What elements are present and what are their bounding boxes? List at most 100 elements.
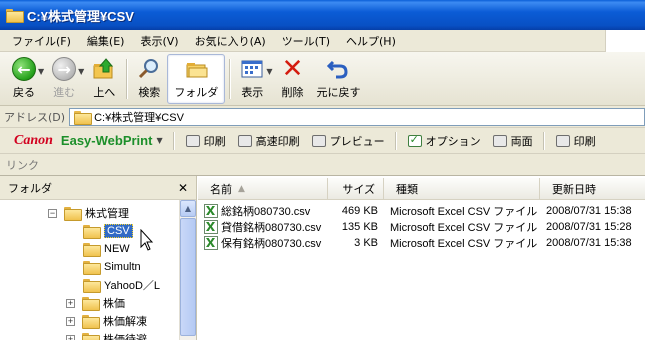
standard-toolbar: ← 戻る ▼ → 進む ▼ 上へ 検索 フォルダ 表示 ▼ ✕ 削除 元に戻す	[0, 52, 645, 106]
file-type: Microsoft Excel CSV ファイル	[390, 222, 538, 234]
print-more-button[interactable]: 印刷	[555, 133, 596, 149]
tree-node[interactable]: YahooD／L	[83, 276, 160, 294]
preview-button[interactable]: プレビュー	[311, 133, 385, 149]
search-label: 検索	[138, 86, 161, 99]
expand-toggle-icon[interactable]: +	[66, 334, 75, 340]
forward-dropdown-icon[interactable]: ▼	[78, 67, 84, 76]
scroll-up-icon[interactable]: ▲	[180, 200, 196, 217]
menu-favorites[interactable]: お気に入り(A)	[187, 33, 274, 49]
links-label[interactable]: リンク	[6, 157, 39, 173]
tree-node[interactable]: Simultn	[83, 258, 141, 276]
views-icon	[240, 57, 264, 81]
address-value: C:¥株式管理¥CSV	[94, 111, 184, 124]
tree-node[interactable]: − 株式管理	[48, 204, 129, 222]
undo-button[interactable]: 元に戻す	[310, 54, 366, 104]
window-title: C:¥株式管理¥CSV	[27, 8, 134, 24]
search-button[interactable]: 検索	[131, 54, 167, 104]
file-name: 総銘柄080730.csv	[221, 206, 311, 218]
back-button[interactable]: ← 戻る	[6, 54, 42, 104]
tree-node[interactable]: + 株価	[66, 294, 125, 312]
menu-file[interactable]: ファイル(F)	[4, 33, 79, 49]
fast-printer-icon	[237, 134, 252, 147]
file-size: 135 KB	[341, 221, 378, 233]
views-button[interactable]: 表示	[234, 54, 270, 104]
duplex-label: 両面	[510, 134, 533, 148]
toolbar-separator	[394, 131, 396, 150]
column-size-label: サイズ	[342, 182, 375, 196]
file-row[interactable]: 保有銘柄080730.csv 3 KB Microsoft Excel CSV …	[198, 235, 645, 251]
file-name: 保有銘柄080730.csv	[221, 238, 322, 250]
tree-node-label: Simultn	[104, 261, 141, 273]
toolbar-separator	[229, 58, 231, 99]
tree-node[interactable]: + 株価解凍	[66, 312, 147, 330]
file-type: Microsoft Excel CSV ファイル	[390, 206, 538, 218]
folder-icon	[6, 9, 24, 23]
sort-ascending-icon: ▲	[238, 183, 245, 194]
column-header-type[interactable]: 種類	[384, 177, 540, 200]
views-label: 表示	[241, 86, 264, 99]
close-icon[interactable]: ✕	[178, 181, 188, 195]
up-button[interactable]: 上へ	[86, 54, 122, 104]
menu-edit[interactable]: 編集(E)	[79, 33, 133, 49]
toolbar-separator	[126, 58, 128, 99]
forward-button[interactable]: → 進む	[46, 54, 82, 104]
address-bar: アドレス(D) C:¥株式管理¥CSV	[0, 106, 645, 128]
delete-label: 削除	[281, 86, 304, 99]
collapse-toggle-icon[interactable]: −	[48, 208, 57, 218]
fast-print-label: 高速印刷	[255, 134, 300, 148]
folders-button[interactable]: フォルダ	[167, 53, 226, 104]
column-header-date[interactable]: 更新日時	[540, 178, 645, 200]
print-label: 印刷	[203, 134, 226, 148]
preview-icon	[311, 134, 326, 147]
file-row[interactable]: 総銘柄080730.csv 469 KB Microsoft Excel CSV…	[198, 203, 645, 219]
expand-toggle-icon[interactable]: +	[66, 298, 75, 308]
file-row[interactable]: 貸借銘柄080730.csv 135 KB Microsoft Excel CS…	[198, 219, 645, 235]
delete-button[interactable]: ✕ 削除	[274, 54, 310, 104]
print-more-label: 印刷	[573, 134, 596, 148]
canon-logo: Canon	[14, 132, 53, 148]
file-date: 2008/07/31 15:38	[546, 237, 632, 249]
column-header-name[interactable]: 名前 ▲	[198, 177, 328, 200]
menu-tools[interactable]: ツール(T)	[274, 33, 338, 49]
print-button[interactable]: 印刷	[185, 133, 226, 149]
back-label: 戻る	[13, 86, 35, 99]
tree-node-label: YahooD／L	[104, 280, 161, 292]
scrollbar-thumb[interactable]	[180, 218, 196, 336]
easy-webprint-menu[interactable]: Easy-WebPrint	[61, 133, 153, 148]
options-button[interactable]: オプション	[407, 133, 481, 149]
folders-icon	[184, 57, 208, 81]
views-dropdown-icon[interactable]: ▼	[266, 67, 272, 76]
tree-node[interactable]: + 株価待避	[66, 330, 147, 340]
tree-node-label: 株価	[103, 298, 125, 310]
toolbar-separator	[172, 131, 174, 150]
tree-node-label: 株価待避	[103, 334, 147, 340]
folder-icon	[82, 297, 100, 311]
undo-arrow-icon	[326, 57, 350, 81]
column-header-size[interactable]: サイズ	[328, 177, 384, 200]
folder-icon	[83, 261, 101, 275]
column-type-label: 種類	[396, 182, 418, 196]
folder-pane: フォルダ ✕ − 株式管理 CSV NEW Simultn YahooD／L +…	[0, 176, 197, 340]
back-arrow-icon: ←	[12, 57, 36, 81]
file-size: 469 KB	[341, 205, 378, 217]
duplex-button[interactable]: 両面	[492, 133, 533, 149]
folder-icon	[83, 243, 101, 257]
title-bar[interactable]: C:¥株式管理¥CSV	[0, 0, 645, 30]
easy-webprint-dropdown-icon[interactable]: ▼	[156, 136, 162, 145]
preview-label: プレビュー	[329, 134, 385, 148]
tree-node-label: NEW	[104, 243, 130, 255]
tree-node[interactable]: CSV	[83, 222, 133, 240]
tree-node[interactable]: NEW	[83, 240, 130, 258]
back-dropdown-icon[interactable]: ▼	[38, 67, 44, 76]
fast-print-button[interactable]: 高速印刷	[237, 133, 300, 149]
folder-pane-title: フォルダ	[8, 181, 52, 195]
folder-icon	[82, 315, 100, 329]
address-input[interactable]: C:¥株式管理¥CSV	[69, 107, 645, 126]
excel-csv-icon	[204, 220, 218, 234]
expand-toggle-icon[interactable]: +	[66, 316, 75, 326]
excel-csv-icon	[204, 236, 218, 250]
menu-view[interactable]: 表示(V)	[132, 33, 186, 49]
folder-pane-scrollbar[interactable]: ▲	[179, 200, 196, 340]
menu-help[interactable]: ヘルプ(H)	[338, 33, 404, 49]
file-name: 貸借銘柄080730.csv	[221, 222, 322, 234]
